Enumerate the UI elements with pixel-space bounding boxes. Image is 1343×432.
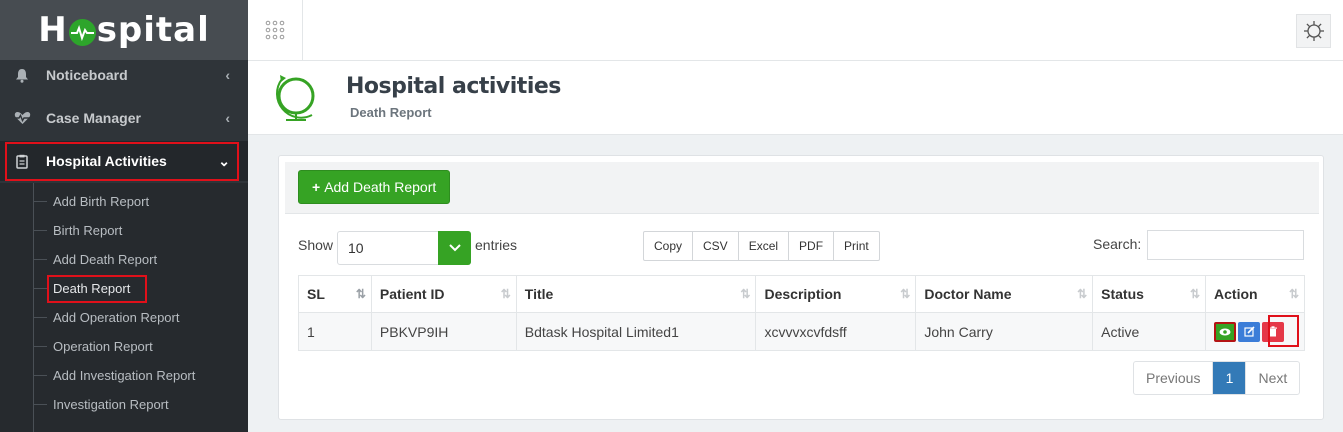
column-header-action[interactable]: Action ⇅: [1205, 275, 1305, 313]
panel-header: + Add Death Report: [285, 162, 1319, 214]
highlight-box: [1268, 315, 1299, 347]
sidebar-item-noticeboard[interactable]: Noticeboard ‹: [0, 55, 248, 95]
sidebar-item-label: Noticeboard: [46, 67, 128, 83]
page-1-button[interactable]: 1: [1213, 362, 1247, 394]
cell-doctor-name: John Carry: [915, 312, 1094, 351]
previous-page-button[interactable]: Previous: [1134, 362, 1214, 394]
add-death-report-button[interactable]: + Add Death Report: [298, 170, 451, 204]
column-header-title[interactable]: Title ⇅: [515, 275, 757, 313]
excel-button[interactable]: Excel: [739, 232, 790, 260]
death-report-table: SL ⇅ Patient ID ⇅ Title ⇅ Description ⇅ Doct…: [298, 275, 1305, 351]
column-header-sl[interactable]: SL ⇅: [298, 275, 372, 313]
print-button[interactable]: Print: [834, 232, 879, 260]
chevron-down-icon: [438, 231, 471, 265]
sort-icon: ⇅: [1077, 287, 1087, 301]
chevron-left-icon: ‹: [225, 110, 230, 126]
pdf-button[interactable]: PDF: [789, 232, 835, 260]
sort-icon: ⇅: [1288, 287, 1299, 301]
heartbeat-logo-icon: [68, 18, 96, 46]
settings-button[interactable]: [1296, 14, 1331, 48]
cell-description: xcvvvxcvfdsff: [755, 312, 917, 351]
gear-icon: [1303, 21, 1324, 41]
csv-button[interactable]: CSV: [693, 232, 739, 260]
app-logo[interactable]: Hspital: [0, 0, 248, 60]
bell-icon: [12, 68, 32, 83]
cell-sl: 1: [298, 312, 372, 351]
page-subtitle: Death Report: [350, 105, 432, 120]
eye-icon: [1219, 328, 1231, 335]
edit-icon: [1243, 326, 1255, 337]
highlight-box: [5, 142, 239, 181]
pagination: Previous 1 Next: [1133, 361, 1301, 395]
highlight-box: [47, 275, 147, 303]
table-row: 1 PBKVP9IH Bdtask Hospital Limited1 xcvv…: [298, 312, 1305, 351]
plus-icon: +: [312, 179, 321, 195]
page-title: Hospital activities: [346, 74, 561, 99]
copy-button[interactable]: Copy: [644, 232, 694, 260]
export-buttons: Copy CSV Excel PDF Print: [643, 231, 880, 261]
grid-icon: [265, 20, 285, 40]
cell-status: Active: [1092, 312, 1207, 351]
top-bar: [248, 0, 1343, 61]
cell-title: Bdtask Hospital Limited1: [515, 312, 757, 351]
entries-label: entries: [475, 237, 518, 253]
sort-icon: ⇅: [740, 287, 750, 301]
column-header-doctor-name[interactable]: Doctor Name ⇅: [915, 275, 1094, 313]
sidebar-item-label: Case Manager: [46, 110, 141, 126]
column-header-patient-id[interactable]: Patient ID ⇅: [370, 275, 517, 313]
sort-icon: ⇅: [500, 287, 511, 301]
sort-icon: ⇅: [355, 287, 366, 301]
column-header-status[interactable]: Status ⇅: [1092, 275, 1207, 313]
submenu-item-birth-report[interactable]: Birth Report: [33, 216, 122, 245]
death-report-panel: + Add Death Report Show 10 entries Copy …: [278, 155, 1324, 420]
sidebar-item-case-manager[interactable]: Case Manager ‹: [0, 98, 248, 138]
view-button[interactable]: [1214, 321, 1237, 342]
submenu-item-investigation-report[interactable]: Investigation Report: [33, 390, 169, 419]
table-header-row: SL ⇅ Patient ID ⇅ Title ⇅ Description ⇅ Doct…: [298, 275, 1305, 313]
globe-icon: [272, 69, 324, 130]
submenu-item-add-investigation-report[interactable]: Add Investigation Report: [33, 361, 195, 390]
submenu-item-add-operation-report[interactable]: Add Operation Report: [33, 303, 179, 332]
search-label: Search:: [1093, 236, 1142, 252]
next-page-button[interactable]: Next: [1246, 362, 1299, 394]
submenu-hospital-activities: Add Birth Report Birth Report Add Death …: [0, 183, 248, 432]
entries-per-page-select[interactable]: 10: [337, 231, 471, 265]
apps-grid-button[interactable]: [248, 0, 303, 60]
heartbeat-icon: [12, 111, 32, 125]
column-header-description[interactable]: Description ⇅: [755, 275, 917, 313]
sort-icon: ⇅: [1189, 287, 1200, 301]
sort-icon: ⇅: [900, 287, 910, 301]
submenu-item-add-death-report[interactable]: Add Death Report: [33, 245, 157, 274]
edit-button[interactable]: [1238, 321, 1261, 342]
submenu-item-operation-report[interactable]: Operation Report: [33, 332, 153, 361]
show-label: Show: [298, 237, 334, 253]
cell-patient-id: PBKVP9IH: [370, 312, 517, 351]
submenu-item-add-birth-report[interactable]: Add Birth Report: [33, 187, 149, 216]
search-input[interactable]: [1147, 230, 1304, 260]
sidebar: Hspital Noticeboard ‹ Case Manager ‹ Hos…: [0, 0, 248, 432]
page-header: Hospital activities Death Report: [248, 61, 1343, 135]
chevron-left-icon: ‹: [225, 67, 230, 83]
